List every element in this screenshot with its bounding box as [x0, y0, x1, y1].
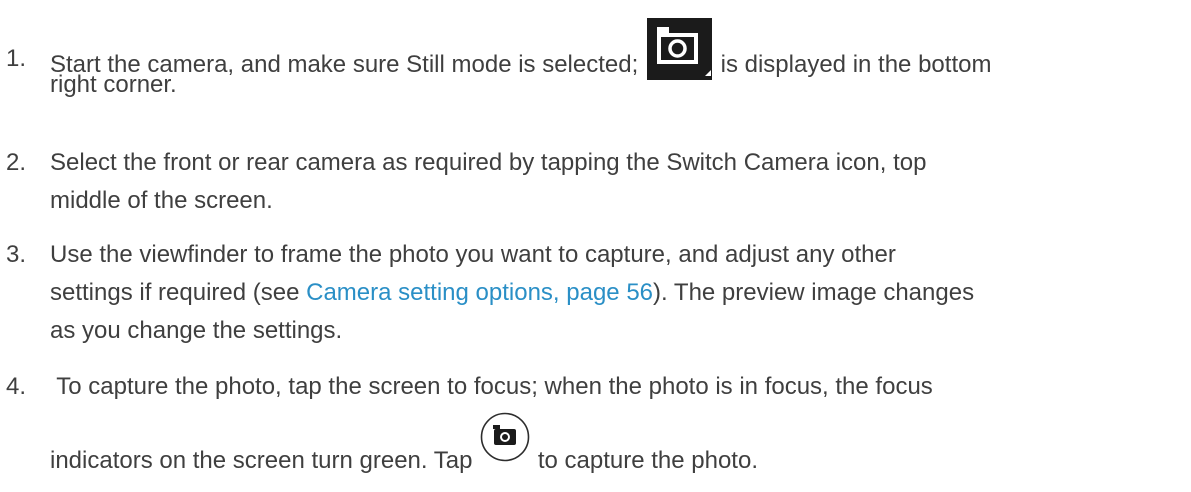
camera-settings-link[interactable]: Camera setting options, page 56: [306, 279, 653, 306]
step-text: Use the viewfinder to frame the photo yo…: [50, 241, 896, 268]
step-number: 4.: [6, 373, 27, 400]
step-text: To capture the photo, tap the screen to …: [50, 373, 933, 400]
step-text: middle of the screen.: [50, 187, 273, 214]
step-text: indicators on the screen turn green. Tap: [50, 447, 473, 474]
step-text: settings if required (see: [50, 279, 307, 306]
step-text: as you change the settings.: [50, 317, 343, 344]
step-body: To capture the photo, tap the screen to …: [50, 368, 1185, 480]
shutter-camera-icon: [480, 412, 530, 462]
still-mode-camera-icon: [646, 18, 712, 80]
step-number: 2.: [6, 149, 27, 176]
step-text: to capture the photo.: [537, 447, 758, 474]
step-body: Use the viewfinder to frame the photo yo…: [50, 236, 1185, 350]
step-number: 3.: [6, 241, 27, 268]
step-text: ). The preview image changes: [653, 279, 975, 306]
step-body: Select the front or rear camera as requi…: [50, 144, 1185, 220]
step-body: Start the camera, and make sure Still mo…: [50, 18, 1185, 104]
step-number: 1.: [6, 45, 27, 72]
step-text: Select the front or rear camera as requi…: [50, 149, 927, 176]
step-text: is displayed in the bottom: [720, 51, 992, 78]
